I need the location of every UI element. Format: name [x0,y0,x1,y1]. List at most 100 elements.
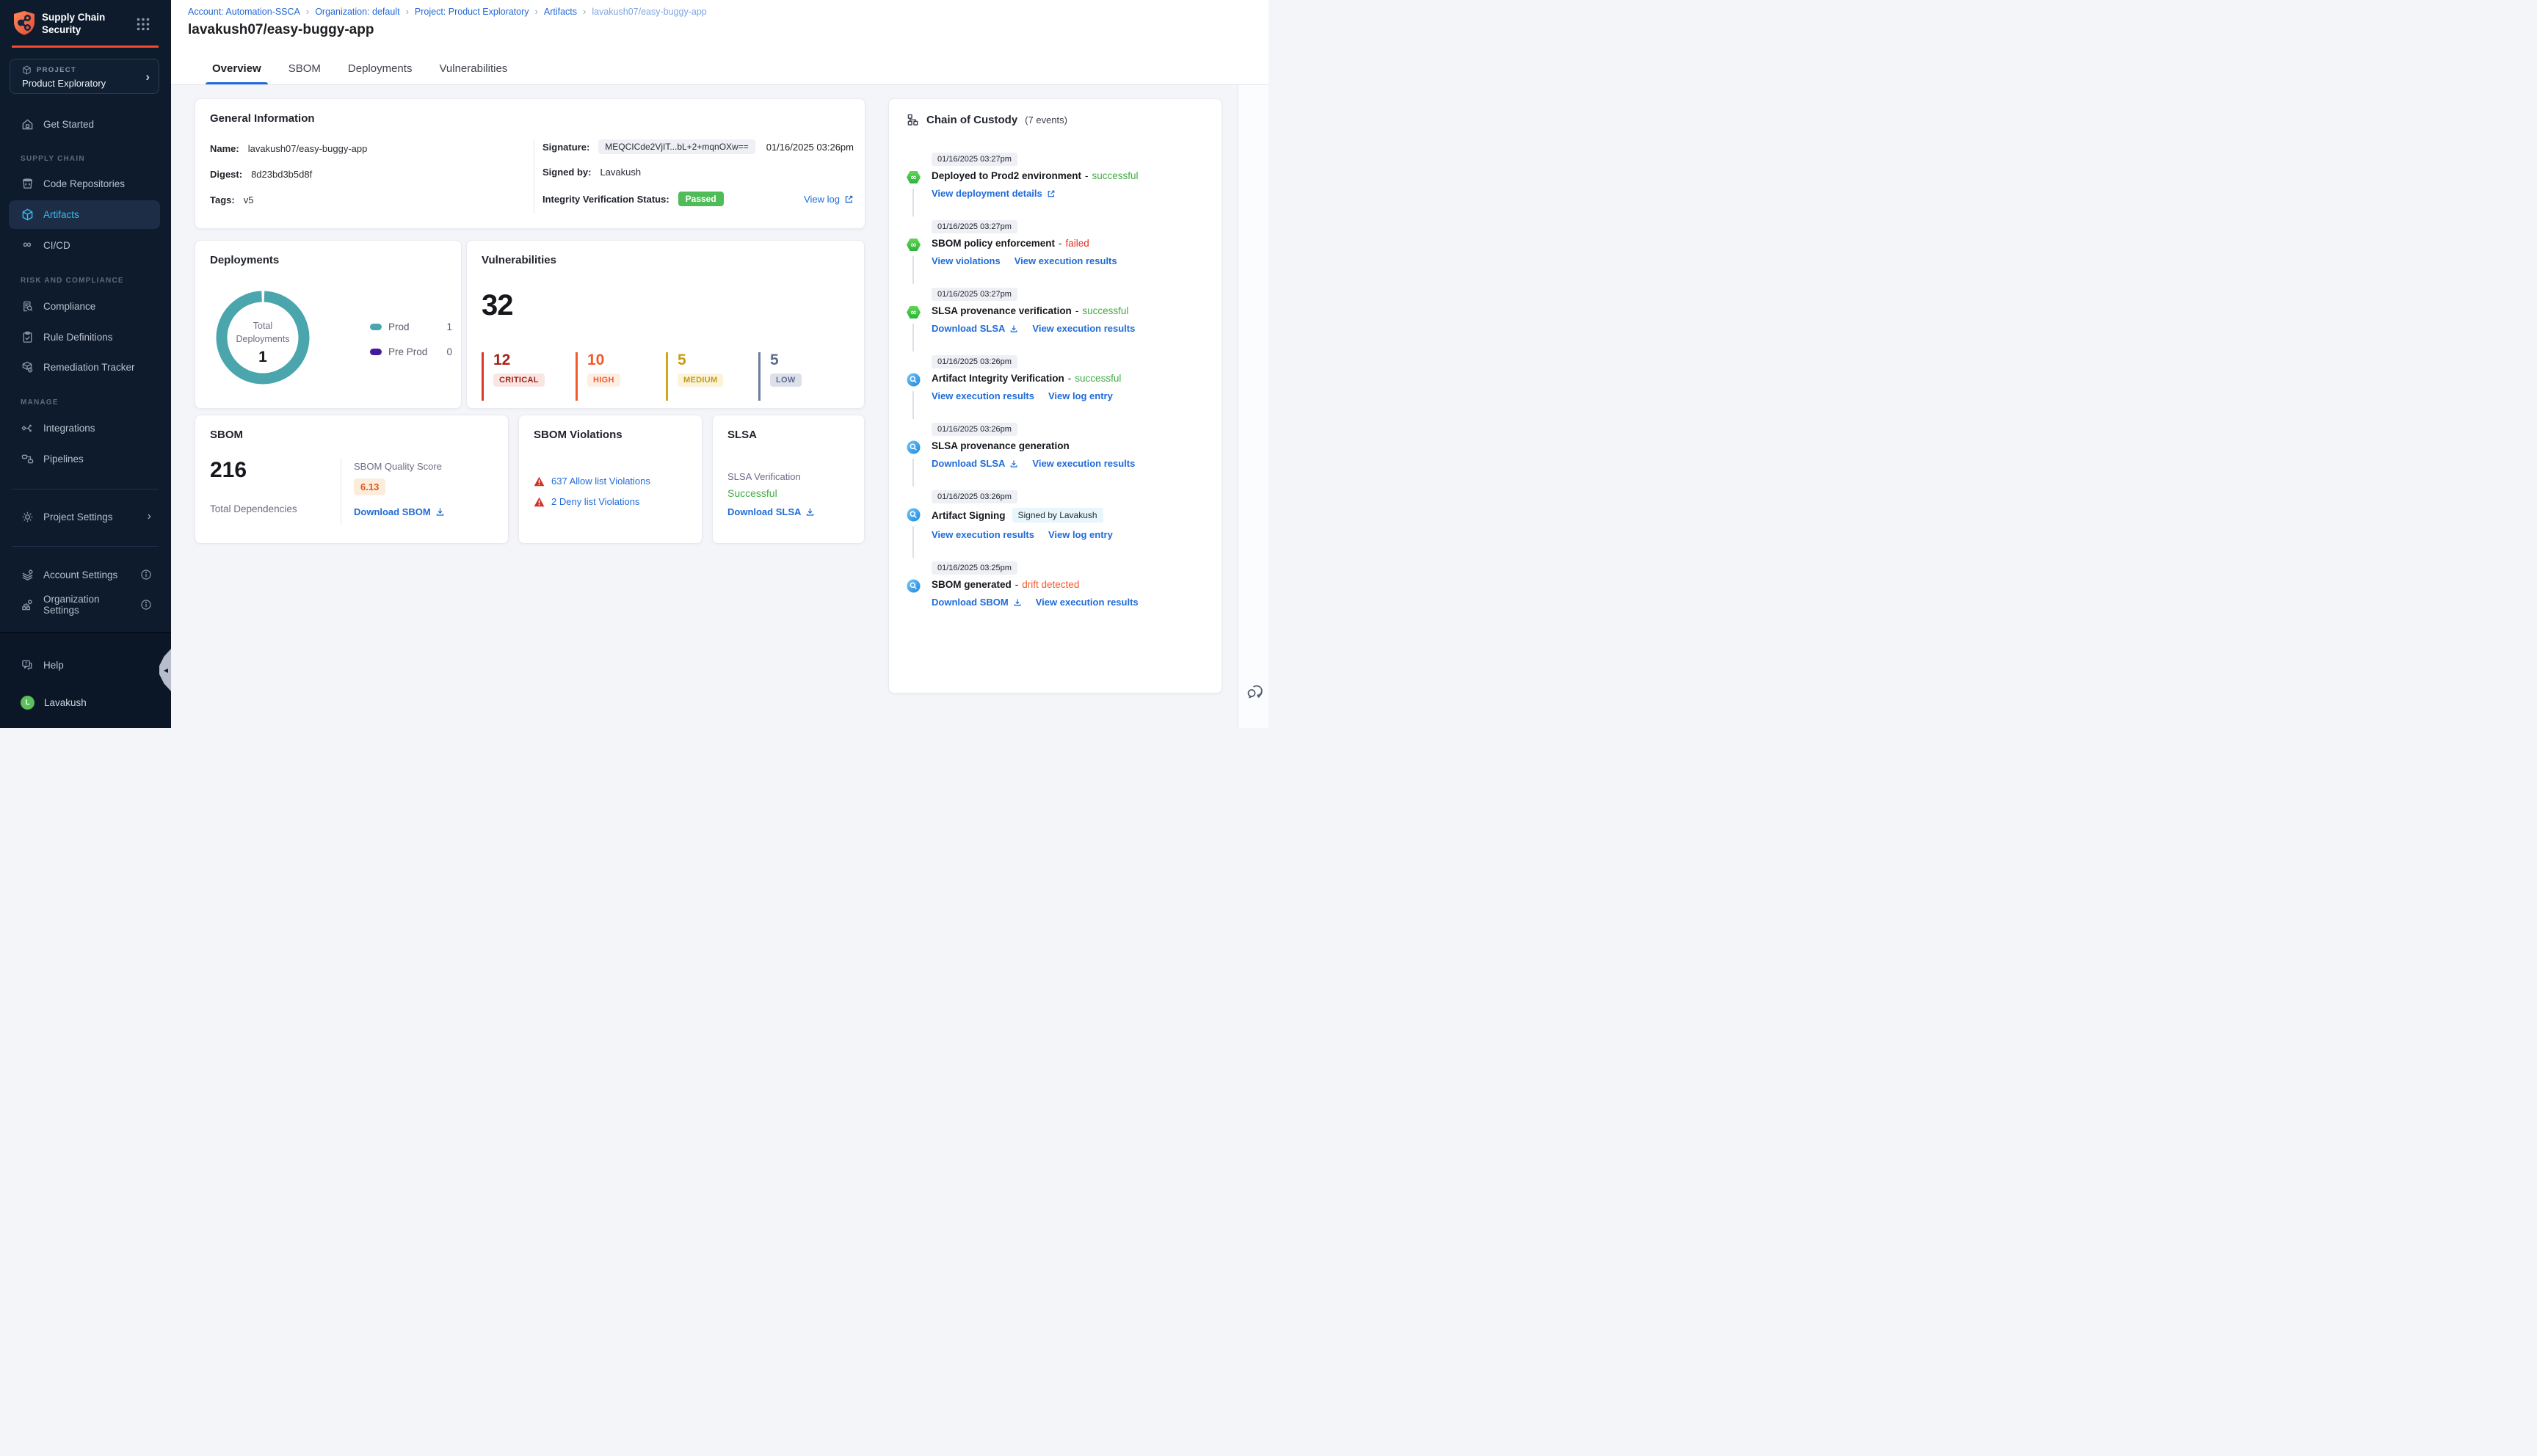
view-log-label: View log [804,193,840,205]
tab-vulnerabilities[interactable]: Vulnerabilities [439,55,507,84]
view-execution-results-link[interactable]: View execution results [1036,597,1139,608]
download-sbom-link[interactable]: Download SBOM [932,597,1022,608]
download-slsa-link[interactable]: Download SLSA [932,323,1018,334]
artifact-digest: 8d23bd3b5d8f [251,169,313,180]
allow-list-violations-link[interactable]: 637 Allow list Violations [551,476,650,487]
sidebar-item-label: Get Started [43,118,95,130]
app-switcher-icon[interactable] [137,18,150,31]
app-title-line2: Security [42,24,81,35]
sidebar: Supply Chain Security PROJECT Product Ex… [0,0,171,728]
chevron-right-icon: › [145,70,150,84]
event-timestamp: 01/16/2025 03:25pm [932,561,1017,575]
link-label: View violations [932,255,1001,266]
tab-sbom[interactable]: SBOM [288,55,321,84]
project-selector[interactable]: PROJECT Product Exploratory › [10,59,159,94]
event-status: successful [1092,170,1139,181]
sidebar-item-integrations[interactable]: Integrations [9,415,160,441]
deny-list-violations-link[interactable]: 2 Deny list Violations [551,496,639,507]
sidebar-item-code-repositories[interactable]: Code Repositories [9,170,160,197]
view-execution-results-link[interactable]: View execution results [1032,323,1135,334]
help-button[interactable]: ? Help [9,652,160,678]
vulnerabilities-total: 32 [482,289,513,321]
link-label: View execution results [1014,255,1117,266]
svg-text:?: ? [24,661,27,666]
sbom-violations-card: SBOM Violations 637 Allow list Violation… [518,415,703,544]
sidebar-item-rule-definitions[interactable]: Rule Definitions [9,324,160,350]
chain-event: ∞ 01/16/2025 03:27pm SLSA provenance ver… [907,287,1204,352]
download-icon [807,508,814,516]
sidebar-item-compliance[interactable]: Compliance [9,293,160,319]
scan-circle-icon [907,579,921,593]
app-title-line1: Supply Chain [42,12,106,23]
event-separator: - [1015,579,1019,590]
link-label: Download SLSA [932,458,1006,469]
sbom-total: 216 [210,458,247,482]
sidebar-item-organization-settings[interactable]: Organization Settings [9,592,160,618]
sidebar-section-supply-chain: SUPPLY CHAIN [21,155,85,163]
download-sbom-link[interactable]: Download SBOM [354,506,445,517]
preprod-swatch-icon [370,349,382,355]
deploy-hexagon-icon: ∞ [907,306,921,318]
event-title: SBOM policy enforcement [932,238,1056,249]
breadcrumb-organization[interactable]: Organization: default [315,7,399,17]
vulnerabilities-card: Vulnerabilities 32 12 CRITICAL 10 HIGH 5… [466,240,865,409]
event-separator: - [1075,305,1079,316]
sidebar-item-pipelines[interactable]: Pipelines [9,445,160,472]
user-menu[interactable]: L Lavakush [9,689,160,716]
allow-list-violations-row: 637 Allow list Violations [534,476,650,487]
cube-icon [23,65,31,75]
sidebar-item-project-settings[interactable]: Project Settings › [9,503,160,530]
info-icon [141,600,151,610]
sidebar-footer: ? Help L Lavakush [0,632,171,728]
collapse-arrow-icon: ◀ [163,666,169,674]
sidebar-item-cicd[interactable]: ∞ CI/CD [9,232,160,258]
sidebar-item-remediation-tracker[interactable]: Remediation Tracker [9,354,160,380]
breadcrumb-account[interactable]: Account: Automation-SSCA [188,7,300,17]
severity-count: 10 [587,352,605,368]
view-log-entry-link[interactable]: View log entry [1048,390,1113,401]
sbom-total-label: Total Dependencies [210,503,297,514]
severity-badge: CRITICAL [493,374,545,387]
event-title: SLSA provenance verification [932,305,1072,316]
sidebar-item-artifacts[interactable]: Artifacts [9,200,160,229]
view-deployment-details-link[interactable]: View deployment details [932,188,1056,199]
warning-triangle-icon [534,497,545,506]
sidebar-divider [12,546,159,547]
breadcrumb-project[interactable]: Project: Product Exploratory [415,7,529,17]
chain-event: ∞ 01/16/2025 03:27pm SBOM policy enforce… [907,219,1204,284]
main-content: General Information Name: lavakush07/eas… [171,85,1238,728]
download-slsa-label: Download SLSA [727,506,802,517]
card-title: General Information [210,112,315,125]
slsa-verification-label: SLSA Verification [727,471,801,482]
event-title: SBOM generated [932,579,1012,590]
tab-bar: Overview SBOM Deployments Vulnerabilitie… [206,55,507,84]
tab-overview[interactable]: Overview [206,55,268,84]
sidebar-section-manage: MANAGE [21,398,59,407]
chevron-separator-icon: › [583,6,587,17]
event-status: successful [1082,305,1129,316]
sidebar-item-get-started[interactable]: Get Started [9,111,160,137]
view-execution-results-link[interactable]: View execution results [932,390,1034,401]
sbom-score-label: SBOM Quality Score [354,461,442,472]
name-label: Name: [210,143,239,154]
breadcrumb-artifacts[interactable]: Artifacts [544,7,577,17]
chain-event: 01/16/2025 03:26pm Artifact Signing Sign… [907,489,1204,558]
view-execution-results-link[interactable]: View execution results [1032,458,1135,469]
sidebar-item-account-settings[interactable]: Account Settings [9,561,160,588]
download-slsa-link[interactable]: Download SLSA [932,458,1018,469]
event-timestamp: 01/16/2025 03:27pm [932,153,1017,166]
view-violations-link[interactable]: View violations [932,255,1001,266]
view-log-link[interactable]: View log [804,194,854,205]
feedback-chat-button[interactable] [1246,681,1265,700]
project-name: Product Exploratory [22,78,106,89]
download-slsa-link[interactable]: Download SLSA [727,506,815,517]
sidebar-item-label: Artifacts [43,209,79,220]
breadcrumb-current[interactable]: lavakush07/easy-buggy-app [592,7,706,17]
view-log-entry-link[interactable]: View log entry [1048,529,1113,540]
tab-deployments[interactable]: Deployments [348,55,413,84]
chain-of-custody-card: Chain of Custody (7 events) ∞ 01/16/2025… [888,98,1222,694]
view-execution-results-link[interactable]: View execution results [1015,255,1117,266]
view-execution-results-link[interactable]: View execution results [932,529,1034,540]
event-timestamp: 01/16/2025 03:26pm [932,355,1017,368]
sidebar-item-label: Organization Settings [43,594,100,616]
